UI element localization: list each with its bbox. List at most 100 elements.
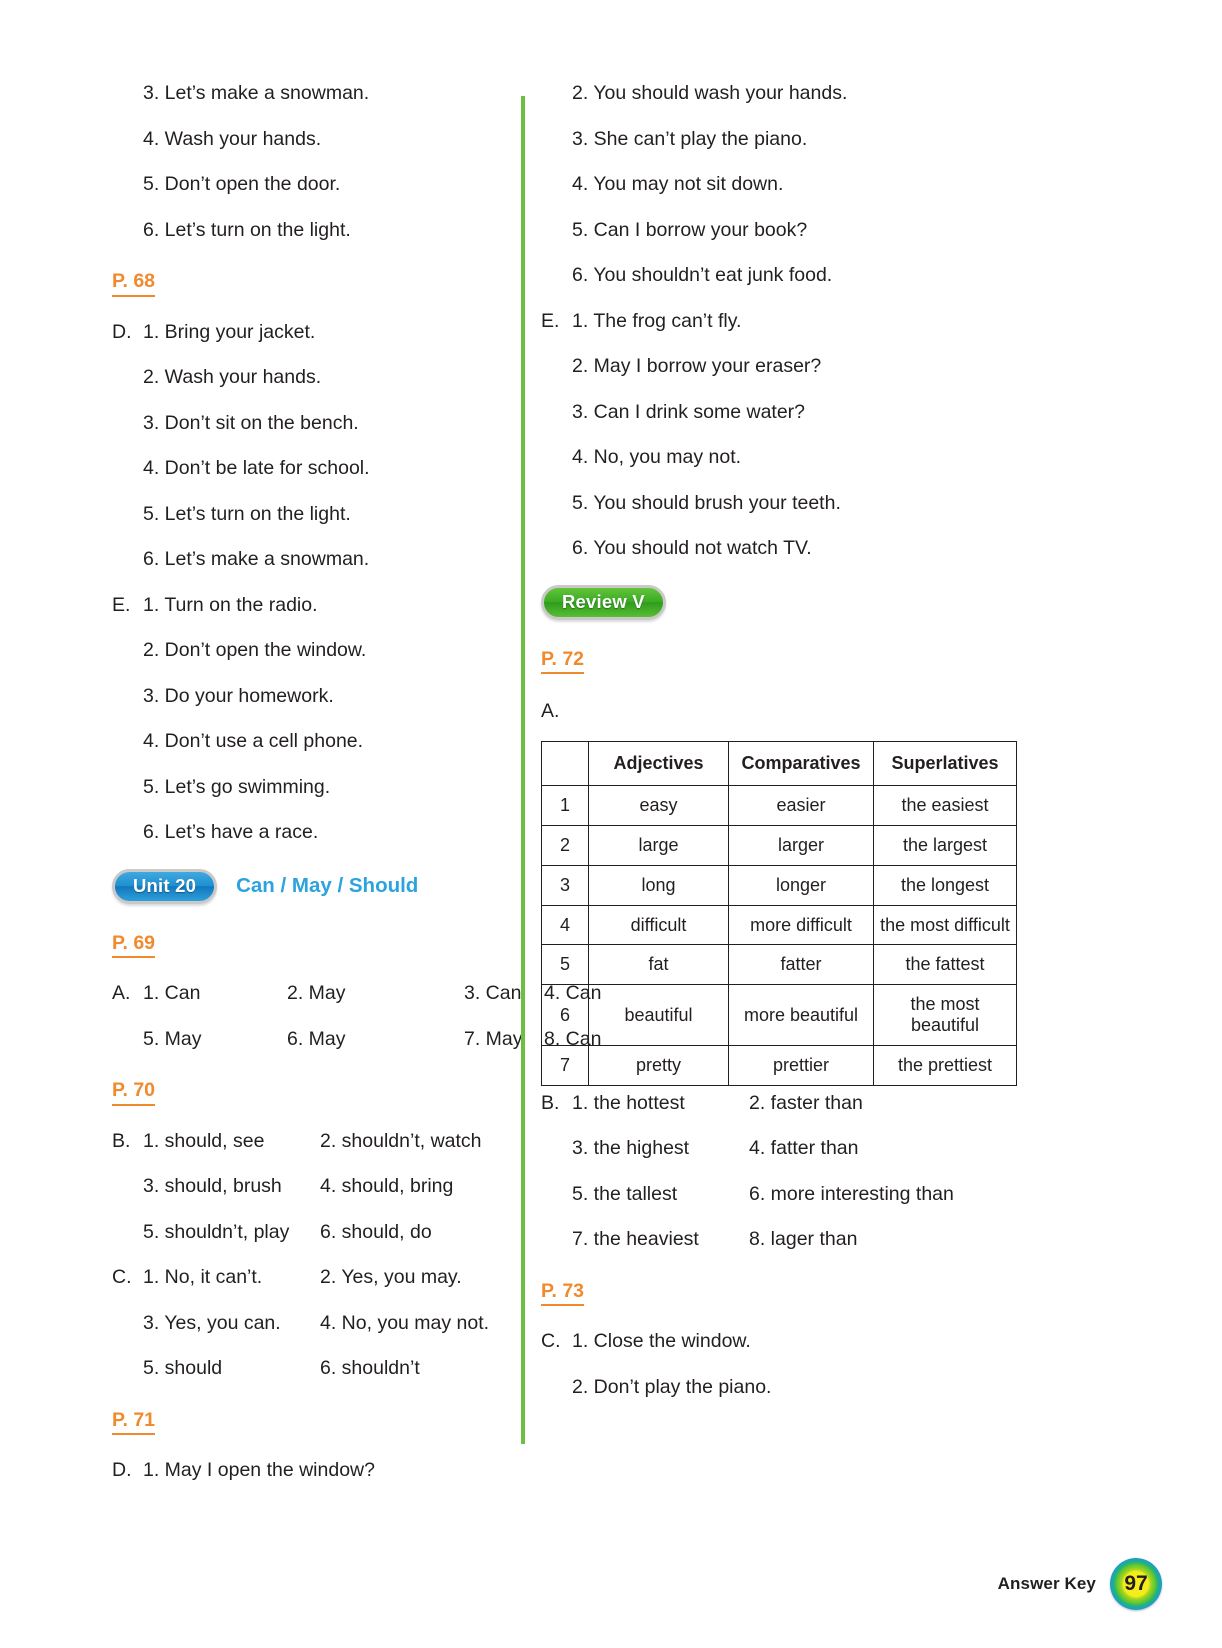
- table-row: 6 beautiful more beautiful the most beautif…: [541, 984, 1017, 1046]
- answer-item: 8. lager than: [749, 1228, 858, 1251]
- table-row: 5 fat fatter the fattest: [541, 944, 1017, 986]
- page-marker[interactable]: P. 70: [112, 1080, 156, 1106]
- answer-item: 3. Can I drink some water?: [572, 400, 806, 423]
- answer-item: 4. fatter than: [749, 1137, 859, 1160]
- answer-item: 6. May: [287, 1027, 346, 1050]
- answer-item: 2. Don’t open the window.: [143, 639, 367, 661]
- page-marker[interactable]: P. 73: [541, 1281, 585, 1307]
- unit-header: Unit 20 Can / May / Should: [112, 868, 521, 904]
- table-cell-comparative: more beautiful: [728, 984, 874, 1046]
- answer-item: 4. Wash your hands.: [143, 127, 322, 150]
- section-letter: E.: [112, 593, 131, 616]
- answer-line: 3. Can I drink some water?: [541, 400, 1222, 423]
- answer-item: 2. shouldn’t, watch: [320, 1129, 482, 1152]
- answer-line: 4. Don’t be late for school.: [112, 457, 521, 479]
- answer-line: 5. shouldn’t, play 6. should, do: [112, 1220, 521, 1243]
- review-badge: Review V: [541, 584, 666, 620]
- page-number-badge: 97: [1110, 1558, 1162, 1610]
- answer-line: 3. the highest 4. fatter than: [541, 1139, 1222, 1159]
- table-cell-adjective: easy: [588, 784, 729, 826]
- unit-badge: Unit 20: [112, 868, 218, 904]
- answer-line: 2. You should wash your hands.: [541, 82, 1222, 104]
- answer-item: 2. Don’t play the piano.: [572, 1375, 772, 1398]
- answer-item: 3. Do your homework.: [143, 684, 334, 707]
- answer-item: 6. You should not watch TV.: [572, 537, 812, 559]
- table-cell-adjective: long: [588, 864, 729, 906]
- answer-line: 3. Don’t sit on the bench.: [112, 413, 521, 434]
- table-cell-comparative: prettier: [728, 1045, 874, 1086]
- table-cell-comparative: fatter: [728, 944, 874, 986]
- adjectives-table-wrap: Adjectives Comparatives Superlatives 1 easy e…: [541, 741, 1222, 1086]
- section-letter: E.: [541, 309, 560, 332]
- answer-line: 2. Wash your hands.: [112, 367, 521, 388]
- page-marker[interactable]: P. 71: [112, 1410, 156, 1435]
- answer-item: 6. Let’s make a snowman.: [143, 548, 370, 570]
- right-column-inner: 2. You should wash your hands. 3. She can…: [525, 82, 1222, 1398]
- answer-item: 4. No, you may not.: [320, 1311, 490, 1334]
- table-header-row: Adjectives Comparatives Superlatives: [541, 741, 1017, 786]
- section-letter: C.: [112, 1266, 132, 1288]
- answer-item: 2. You should wash your hands.: [572, 82, 848, 104]
- answer-item: 1. Close the window.: [572, 1330, 751, 1353]
- table-cell-index: 6: [541, 984, 589, 1046]
- answer-item: 5. shouldn’t, play: [143, 1220, 290, 1243]
- answer-line: 5. should 6. shouldn’t: [112, 1357, 521, 1379]
- table-cell-comparative: easier: [728, 784, 874, 826]
- answer-line: A. 1. Can 2. May 3. Can 4. Can: [112, 982, 601, 1004]
- table-header-cell: Superlatives: [873, 741, 1017, 786]
- answer-item: 2. May I borrow your eraser?: [572, 355, 822, 377]
- page-marker[interactable]: P. 69: [112, 933, 156, 958]
- answer-line: 3. should, brush 4. should, bring: [112, 1175, 521, 1197]
- answer-line: 3. Yes, you can. 4. No, you may not.: [112, 1311, 521, 1334]
- answer-line: 7. the heaviest 8. lager than: [541, 1230, 1222, 1250]
- answer-item: 5. May: [143, 1027, 202, 1050]
- answer-line: 5. You should brush your teeth.: [541, 491, 1222, 514]
- answer-item: 1. Can: [143, 982, 201, 1004]
- answer-item: 2. Yes, you may.: [320, 1266, 462, 1288]
- answer-item: 7. the heaviest: [572, 1228, 699, 1251]
- page-marker-wrap: P. 72: [541, 644, 1222, 701]
- page-footer: Answer Key 97: [998, 1558, 1162, 1610]
- answer-line: 5. the tallest 6. more interesting than: [541, 1184, 1222, 1205]
- answer-line: 3. Let’s make a snowman.: [112, 82, 521, 104]
- answer-item: 4. Don’t be late for school.: [143, 457, 370, 479]
- answer-line: B. 1. the hottest 2. faster than: [541, 1091, 1222, 1114]
- table-cell-adjective: fat: [588, 944, 729, 986]
- table-cell-superlative: the prettiest: [873, 1045, 1017, 1086]
- section-letter: A.: [112, 982, 131, 1004]
- answer-item: 6. shouldn’t: [320, 1357, 420, 1379]
- answer-item: 4. No, you may not.: [572, 446, 742, 468]
- answer-item: 4. should, bring: [320, 1175, 454, 1197]
- table-header-cell: [541, 741, 589, 786]
- answer-line: 5. Let’s go swimming.: [112, 777, 521, 798]
- answer-line: 5. May 6. May 7. May 8. Can: [112, 1027, 601, 1050]
- answer-line: 4. You may not sit down.: [541, 174, 1222, 195]
- page-marker-wrap: P. 73: [541, 1276, 1222, 1333]
- answer-line: 4. Don’t use a cell phone.: [112, 731, 521, 752]
- page-marker-wrap: P. 69: [112, 928, 521, 985]
- table-cell-superlative: the most beautiful: [873, 984, 1017, 1046]
- answer-line: 4. No, you may not.: [541, 446, 1222, 468]
- answer-line: 2. Don’t play the piano.: [541, 1375, 1222, 1398]
- table-cell-index: 7: [541, 1045, 589, 1086]
- answer-item: 3. Let’s make a snowman.: [143, 82, 370, 104]
- answer-line: B. 1. should, see 2. shouldn’t, watch: [112, 1129, 521, 1152]
- answer-line: D. 1. May I open the window?: [112, 1460, 521, 1481]
- answer-item: 5. You should brush your teeth.: [572, 491, 841, 514]
- footer-label: Answer Key: [997, 1574, 1096, 1593]
- answer-item: 5. Don’t open the door.: [143, 173, 341, 195]
- answer-line: D. 1. Bring your jacket.: [112, 320, 521, 343]
- answer-item: 6. Let’s have a race.: [143, 821, 319, 843]
- answer-item: 1. Bring your jacket.: [143, 320, 316, 343]
- answer-item: 6. should, do: [320, 1220, 432, 1243]
- answer-item: 1. the hottest: [572, 1091, 685, 1114]
- table-cell-adjective: pretty: [588, 1045, 729, 1086]
- page-marker[interactable]: P. 68: [112, 271, 156, 297]
- table-cell-superlative: the most difficult: [873, 904, 1017, 946]
- answer-item: 1. The frog can’t fly.: [572, 309, 742, 332]
- answer-line: 5. Can I borrow your book?: [541, 220, 1222, 241]
- table-row: 2 large larger the largest: [541, 824, 1017, 866]
- answer-item: 6. You shouldn’t eat junk food.: [572, 264, 833, 286]
- page-marker[interactable]: P. 72: [541, 649, 585, 674]
- table-row: 1 easy easier the easiest: [541, 784, 1017, 826]
